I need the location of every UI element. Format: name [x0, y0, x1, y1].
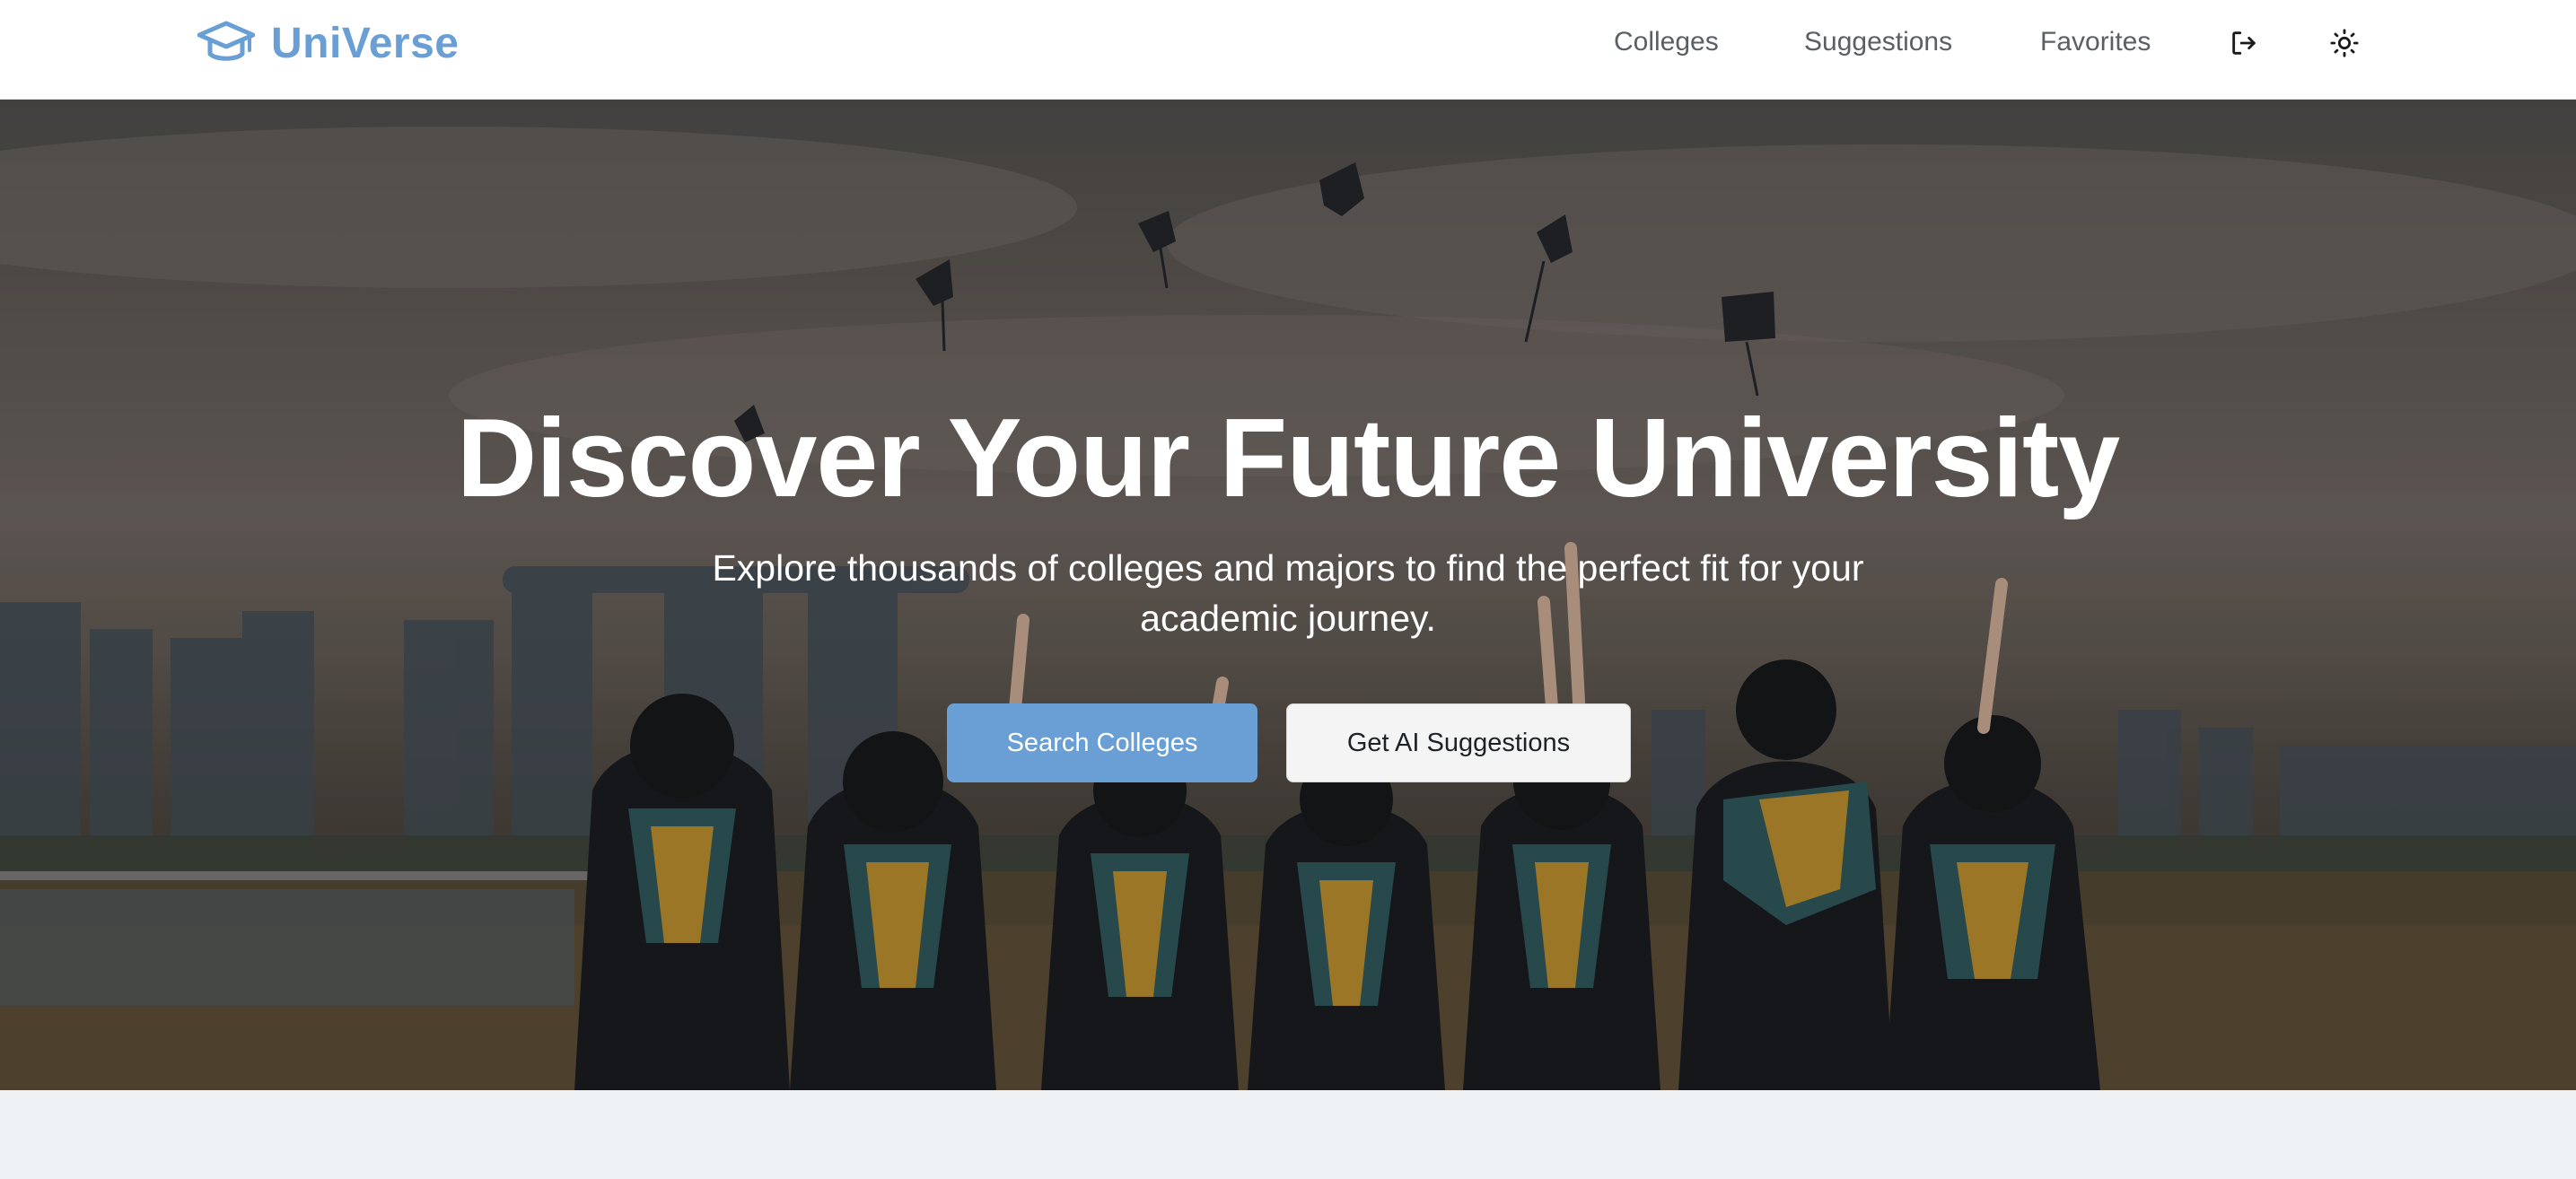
get-ai-suggestions-button[interactable]: Get AI Suggestions: [1286, 703, 1631, 782]
hero-section: Discover Your Future University Explore …: [0, 100, 2576, 1090]
top-navbar: UniVerse Colleges Suggestions Favorites: [0, 0, 2576, 100]
logo-link[interactable]: UniVerse: [197, 18, 459, 68]
graduation-cap-icon: [197, 20, 255, 66]
hero-title: Discover Your Future University: [456, 397, 2121, 520]
logout-button[interactable]: [2226, 25, 2262, 61]
hero-subtitle: Explore thousands of colleges and majors…: [712, 547, 1864, 639]
nav-link-colleges[interactable]: Colleges: [1614, 27, 1719, 57]
nav-link-suggestions[interactable]: Suggestions: [1804, 27, 1952, 57]
search-colleges-button[interactable]: Search Colleges: [947, 703, 1257, 782]
logo-text: UniVerse: [271, 19, 460, 67]
nav-link-favorites[interactable]: Favorites: [2040, 27, 2151, 57]
content-section-start: [0, 1090, 2576, 1179]
logout-icon: [2232, 31, 2256, 55]
theme-toggle-button[interactable]: [2326, 25, 2362, 61]
sun-icon: [2330, 29, 2359, 57]
